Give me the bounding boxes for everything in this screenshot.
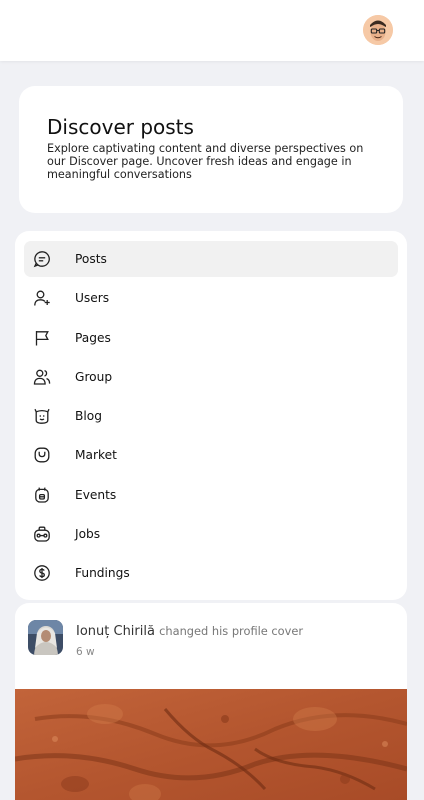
nav-item-jobs[interactable]: Jobs <box>24 516 398 552</box>
page-title: Discover posts <box>47 115 194 139</box>
nav-item-label: Jobs <box>75 527 101 542</box>
calendar-icon <box>33 486 51 504</box>
nav-item-pages[interactable]: Pages <box>24 320 398 356</box>
nav-item-label: Fundings <box>75 566 130 581</box>
shopping-bag-icon <box>33 446 51 464</box>
author-avatar[interactable] <box>28 620 63 655</box>
flag-icon <box>33 329 51 347</box>
post-header: Ionuț Chirilă changed his profile cover <box>76 624 303 639</box>
nav-item-label: Blog <box>75 409 102 424</box>
nav-item-label: Market <box>75 448 117 463</box>
blog-face-icon <box>33 407 51 425</box>
nav-item-label: Posts <box>75 252 107 266</box>
nav-item-fundings[interactable]: Fundings <box>24 555 398 591</box>
user-avatar-glasses-icon[interactable] <box>363 15 393 45</box>
post-timestamp: 6 w <box>76 646 95 658</box>
nav-item-posts[interactable]: Posts <box>24 241 398 277</box>
nav-item-label: Group <box>75 369 113 384</box>
discover-hero-card: Discover posts Explore captivating conte… <box>19 86 403 213</box>
briefcase-icon <box>33 525 51 543</box>
nav-item-market[interactable]: Market <box>24 437 398 473</box>
dollar-coin-icon <box>33 564 51 582</box>
nav-item-label: Events <box>75 487 117 502</box>
post-action: changed his profile cover <box>159 624 304 638</box>
page-description: Explore captivating content and diverse … <box>47 142 364 181</box>
nav-item-blog[interactable]: Blog <box>24 398 398 434</box>
nav-item-users[interactable]: Users <box>24 280 398 316</box>
users-group-icon <box>33 368 51 386</box>
post-author[interactable]: Ionuț Chirilă <box>76 624 155 639</box>
nav-item-label: Users <box>75 291 110 306</box>
chat-bubble-icon <box>33 250 51 268</box>
user-plus-icon <box>33 289 51 307</box>
mars-surface-cover-image[interactable] <box>15 689 407 800</box>
nav-item-label: Pages <box>75 330 111 345</box>
nav-item-events[interactable]: Events <box>24 477 398 513</box>
top-bar <box>0 0 424 61</box>
nav-item-group[interactable]: Group <box>24 359 398 395</box>
post-card: Ionuț Chirilă changed his profile cover … <box>15 603 407 800</box>
discover-nav-menu: Posts Users Pages Group Blog Market Even… <box>15 231 407 600</box>
